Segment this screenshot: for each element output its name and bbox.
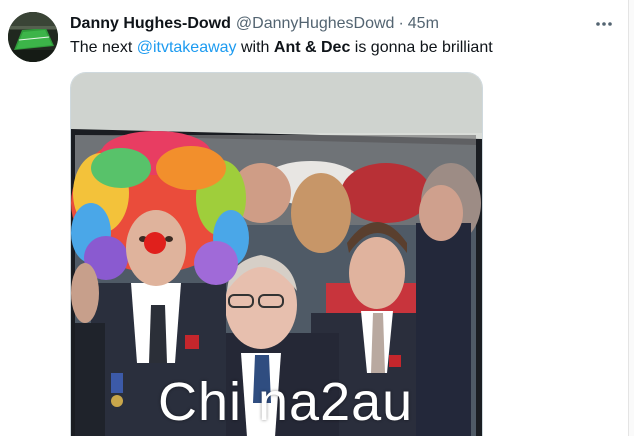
tweet-text-middle: with [236,39,274,56]
bold-names: Ant & Dec [273,39,351,56]
tweet-header: Danny Hughes-Dowd @DannyHughesDowd · 45m [70,13,439,35]
mention-link[interactable]: @itvtakeaway [137,39,237,56]
football-pitch-avatar-icon [8,12,58,62]
avatar[interactable] [8,12,58,62]
timestamp[interactable]: 45m [408,15,439,33]
tweet-text: The next @itvtakeaway with Ant & Dec is … [70,37,493,59]
more-options-button[interactable] [590,13,618,35]
tweet-card[interactable]: Danny Hughes-Dowd @DannyHughesDowd · 45m… [0,0,634,436]
photo-of-tv-screen [71,73,482,436]
tweet-text-suffix: is gonna be brilliant [350,39,493,56]
user-handle[interactable]: @DannyHughesDowd [236,15,395,33]
more-horizontal-icon [596,22,612,26]
scrollbar-track[interactable] [628,0,634,436]
tweet-text-prefix: The next [70,39,137,56]
display-name[interactable]: Danny Hughes-Dowd [70,15,231,33]
tweet-media-photo[interactable] [70,72,483,436]
separator-dot: · [398,15,404,32]
